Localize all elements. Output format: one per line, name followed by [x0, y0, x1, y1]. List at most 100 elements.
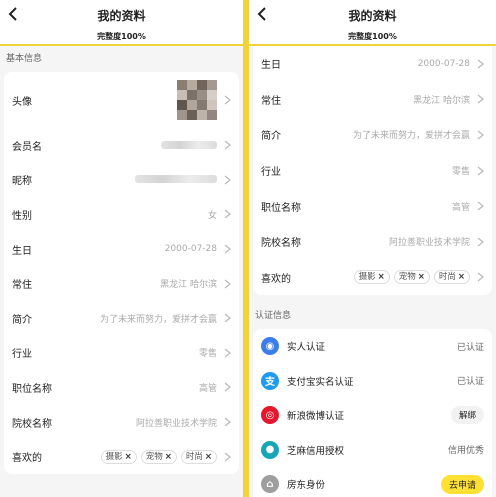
row-label: 行业: [261, 167, 281, 179]
profile-row[interactable]: 会员名: [4, 128, 239, 163]
cert-row[interactable]: 支支付宝实名认证 已认证: [253, 364, 492, 399]
remove-tag-icon[interactable]: ×: [458, 272, 465, 282]
profile-row[interactable]: 简介 为了未来而努力，爱拼才会赢: [253, 117, 492, 153]
cert-row[interactable]: ◉ 实人认证 已认证: [253, 329, 492, 364]
chevron-right-icon: [224, 348, 231, 358]
row-value: 2000-07-28: [164, 244, 217, 255]
row-value: 零售: [451, 167, 470, 178]
section-title-basic-info: 基本信息: [6, 54, 43, 64]
row-label: 生日: [261, 60, 281, 72]
tag-label: 摄影: [358, 272, 376, 283]
page-title: 我的资料: [97, 9, 146, 23]
profile-row[interactable]: 职位名称 高管: [4, 370, 239, 405]
avatar[interactable]: [177, 80, 217, 120]
page-title: 我的资料: [348, 9, 397, 23]
chevron-right-icon: [477, 166, 484, 176]
profile-row[interactable]: 常住 黑龙江 哈尔滨: [4, 266, 239, 301]
interest-tag[interactable]: 时尚 ×: [180, 449, 217, 464]
row-value: 高管: [451, 202, 470, 213]
right-screen: 我的资料 完整度100% 生日 2000-07-28 常住 黑龙江 哈尔滨 简介 为了未来…: [249, 0, 496, 497]
profile-row[interactable]: 昵称: [4, 163, 239, 198]
cert-name: 新浪微博认证: [287, 411, 345, 423]
interest-tag[interactable]: 宠物 ×: [393, 270, 430, 285]
interest-tag[interactable]: 摄影 ×: [100, 449, 137, 464]
cert-status: 已认证: [456, 342, 484, 353]
interest-tag[interactable]: 摄影 ×: [353, 270, 390, 285]
row-label: 头像: [12, 96, 32, 108]
profile-row[interactable]: 常住 黑龙江 哈尔滨: [253, 82, 492, 118]
row-label: 职位名称: [12, 383, 52, 395]
chevron-right-icon: [224, 279, 231, 289]
tag-label: 摄影: [105, 451, 123, 462]
cert-row[interactable]: ● 芝麻信用授权 信用优秀: [253, 433, 492, 468]
row-value: 阿拉善职业技术学院: [388, 238, 470, 249]
chevron-right-icon: [224, 244, 231, 254]
profile-row[interactable]: 头像: [4, 72, 239, 128]
row-label: 昵称: [12, 176, 32, 188]
remove-tag-icon[interactable]: ×: [165, 452, 172, 462]
section-title-certification: 认证信息: [255, 311, 292, 322]
profile-row[interactable]: 简介 为了未来而努力，爱拼才会赢: [4, 301, 239, 336]
chevron-right-icon: [224, 209, 231, 219]
profile-row[interactable]: 职位名称 高管: [253, 188, 492, 224]
cert-row[interactable]: ◎ 新浪微博认证 解绑: [253, 398, 492, 433]
cert-status: 已认证: [456, 377, 484, 388]
chevron-right-icon: [477, 59, 484, 69]
row-label: 会员名: [12, 141, 42, 153]
row-value: 女: [207, 210, 217, 221]
top-bar: 我的资料 完整度100%: [0, 0, 243, 46]
row-label: 职位名称: [261, 202, 301, 214]
chevron-right-icon: [477, 130, 484, 140]
profile-row[interactable]: 喜欢的 摄影 × 宠物 × 时尚 ×: [253, 260, 492, 296]
cert-name: 芝麻信用授权: [287, 445, 345, 457]
cert-row[interactable]: ⌂ 房东身份 去申请: [253, 467, 492, 497]
row-label: 院校名称: [12, 418, 52, 430]
blurred-value: [135, 175, 217, 184]
chevron-right-icon: [477, 272, 484, 282]
profile-row[interactable]: 院校名称 阿拉善职业技术学院: [4, 405, 239, 440]
basic-info-card-continued: 生日 2000-07-28 常住 黑龙江 哈尔滨 简介 为了未来而努力，爱拼才会赢行业 零售…: [253, 46, 492, 296]
row-value: 高管: [198, 383, 217, 394]
row-value: 阿拉善职业技术学院: [135, 418, 217, 429]
row-label: 生日: [12, 245, 32, 257]
row-value: 摄影 × 宠物 × 时尚 ×: [84, 449, 229, 464]
alipay-icon: 支: [261, 371, 279, 390]
remove-tag-icon[interactable]: ×: [125, 452, 132, 462]
chevron-right-icon: [224, 175, 231, 185]
chevron-right-icon: [224, 140, 231, 150]
row-value: 黑龙江 哈尔滨: [160, 280, 217, 291]
row-label: 性别: [12, 210, 32, 222]
profile-row[interactable]: 生日 2000-07-28: [4, 232, 239, 267]
completeness-text: 完整度100%: [348, 32, 397, 41]
row-label: 简介: [12, 314, 32, 326]
left-screen: 我的资料 完整度100% 基本信息 头像会员名昵称性别 女生日 2000-07-28…: [0, 0, 243, 497]
interest-tag[interactable]: 宠物 ×: [140, 449, 177, 464]
tag-label: 宠物: [398, 272, 416, 283]
chevron-right-icon: [224, 313, 231, 323]
profile-row[interactable]: 生日 2000-07-28: [253, 46, 492, 82]
row-value: 为了未来而努力，爱拼才会赢: [99, 314, 217, 325]
weibo-icon: ◎: [261, 406, 279, 425]
chevron-right-icon: [224, 417, 231, 427]
apply-button[interactable]: 去申请: [440, 474, 484, 494]
row-value: 摄影 × 宠物 × 时尚 ×: [333, 270, 482, 285]
row-value: 黑龙江 哈尔滨: [413, 95, 470, 106]
remove-tag-icon[interactable]: ×: [418, 272, 425, 282]
remove-tag-icon[interactable]: ×: [378, 272, 385, 282]
profile-row[interactable]: 院校名称 阿拉善职业技术学院: [253, 224, 492, 260]
row-label: 喜欢的: [261, 273, 291, 285]
tag-label: 宠物: [145, 451, 163, 462]
row-value: [84, 140, 229, 150]
remove-tag-icon[interactable]: ×: [205, 452, 212, 462]
interest-tag[interactable]: 时尚 ×: [433, 270, 470, 285]
profile-row[interactable]: 喜欢的 摄影 × 宠物 × 时尚 ×: [4, 439, 239, 474]
profile-row[interactable]: 性别 女: [4, 197, 239, 232]
unbind-button[interactable]: 解绑: [450, 406, 484, 425]
row-label: 行业: [12, 349, 32, 361]
profile-row[interactable]: 行业 零售: [4, 336, 239, 371]
profile-row[interactable]: 行业 零售: [253, 153, 492, 189]
row-value: 2000-07-28: [417, 58, 470, 69]
row-value: [84, 175, 229, 185]
row-value: 零售: [198, 349, 217, 360]
cert-name: 房东身份: [287, 480, 326, 492]
